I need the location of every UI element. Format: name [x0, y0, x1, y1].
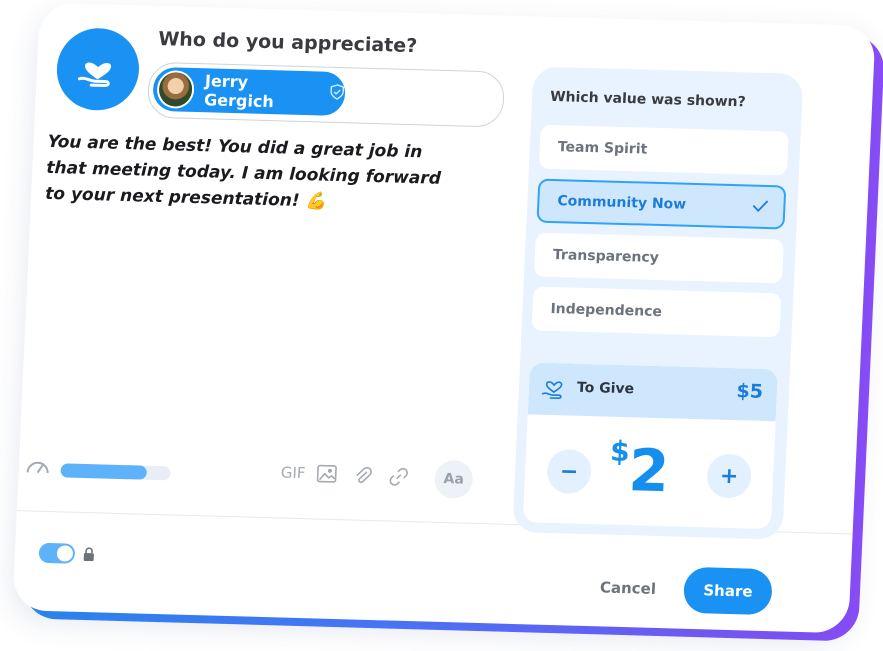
- give-box: To Give $5 − $2 +: [522, 362, 779, 530]
- progress-fill: [60, 463, 147, 480]
- decrease-button[interactable]: −: [546, 448, 593, 495]
- cancel-button[interactable]: Cancel: [600, 578, 657, 598]
- value-option-label: Team Spirit: [557, 139, 648, 158]
- gauge-icon: [24, 456, 51, 479]
- composer-window: Who do you appreciate? Jerry Gergich You…: [12, 2, 883, 642]
- value-option-label: Community Now: [557, 193, 687, 213]
- increase-button[interactable]: +: [706, 453, 753, 499]
- composer-toolbar: GIF Aa: [24, 448, 486, 501]
- link-icon[interactable]: [388, 467, 409, 492]
- value-option-independence[interactable]: Independence: [531, 286, 782, 338]
- paperclip-icon[interactable]: [352, 465, 373, 490]
- composer-card: Who do you appreciate? Jerry Gergich You…: [12, 2, 876, 634]
- character-progress: [60, 463, 171, 481]
- give-header: To Give $5: [527, 362, 779, 422]
- gif-button[interactable]: GIF: [280, 463, 305, 482]
- values-panel: Which value was shown? Team Spirit Commu…: [512, 66, 804, 540]
- recipient-chip[interactable]: Jerry Gergich: [152, 66, 347, 117]
- composer-question: Who do you appreciate?: [157, 27, 418, 58]
- heart-hand-icon: [540, 375, 567, 404]
- image-icon[interactable]: [316, 464, 337, 487]
- value-option-community-now[interactable]: Community Now: [536, 178, 787, 230]
- values-panel-title: Which value was shown?: [549, 88, 747, 111]
- privacy-toggle[interactable]: [38, 542, 76, 564]
- give-amount[interactable]: $2: [608, 435, 671, 507]
- recipient-name: Jerry Gergich: [203, 71, 275, 112]
- recipient-input[interactable]: Jerry Gergich: [146, 61, 506, 128]
- give-label: To Give: [576, 379, 635, 398]
- value-option-team-spirit[interactable]: Team Spirit: [538, 124, 789, 176]
- lock-icon: [82, 546, 95, 565]
- heart-hand-icon: [55, 27, 141, 112]
- message-text[interactable]: You are the best! You did a great job in…: [45, 129, 468, 219]
- stage: Who do you appreciate? Jerry Gergich You…: [0, 0, 883, 651]
- amount-value: 2: [627, 436, 671, 506]
- currency-symbol: $: [609, 434, 631, 469]
- share-button[interactable]: Share: [682, 566, 773, 616]
- font-format-button[interactable]: Aa: [433, 459, 474, 499]
- value-option-label: Transparency: [552, 247, 660, 266]
- value-option-label: Independence: [550, 300, 663, 321]
- value-option-transparency[interactable]: Transparency: [533, 232, 784, 284]
- avatar: [156, 69, 196, 109]
- shield-check-icon: [329, 84, 346, 104]
- give-budget: $5: [736, 380, 764, 403]
- check-icon: [751, 199, 770, 217]
